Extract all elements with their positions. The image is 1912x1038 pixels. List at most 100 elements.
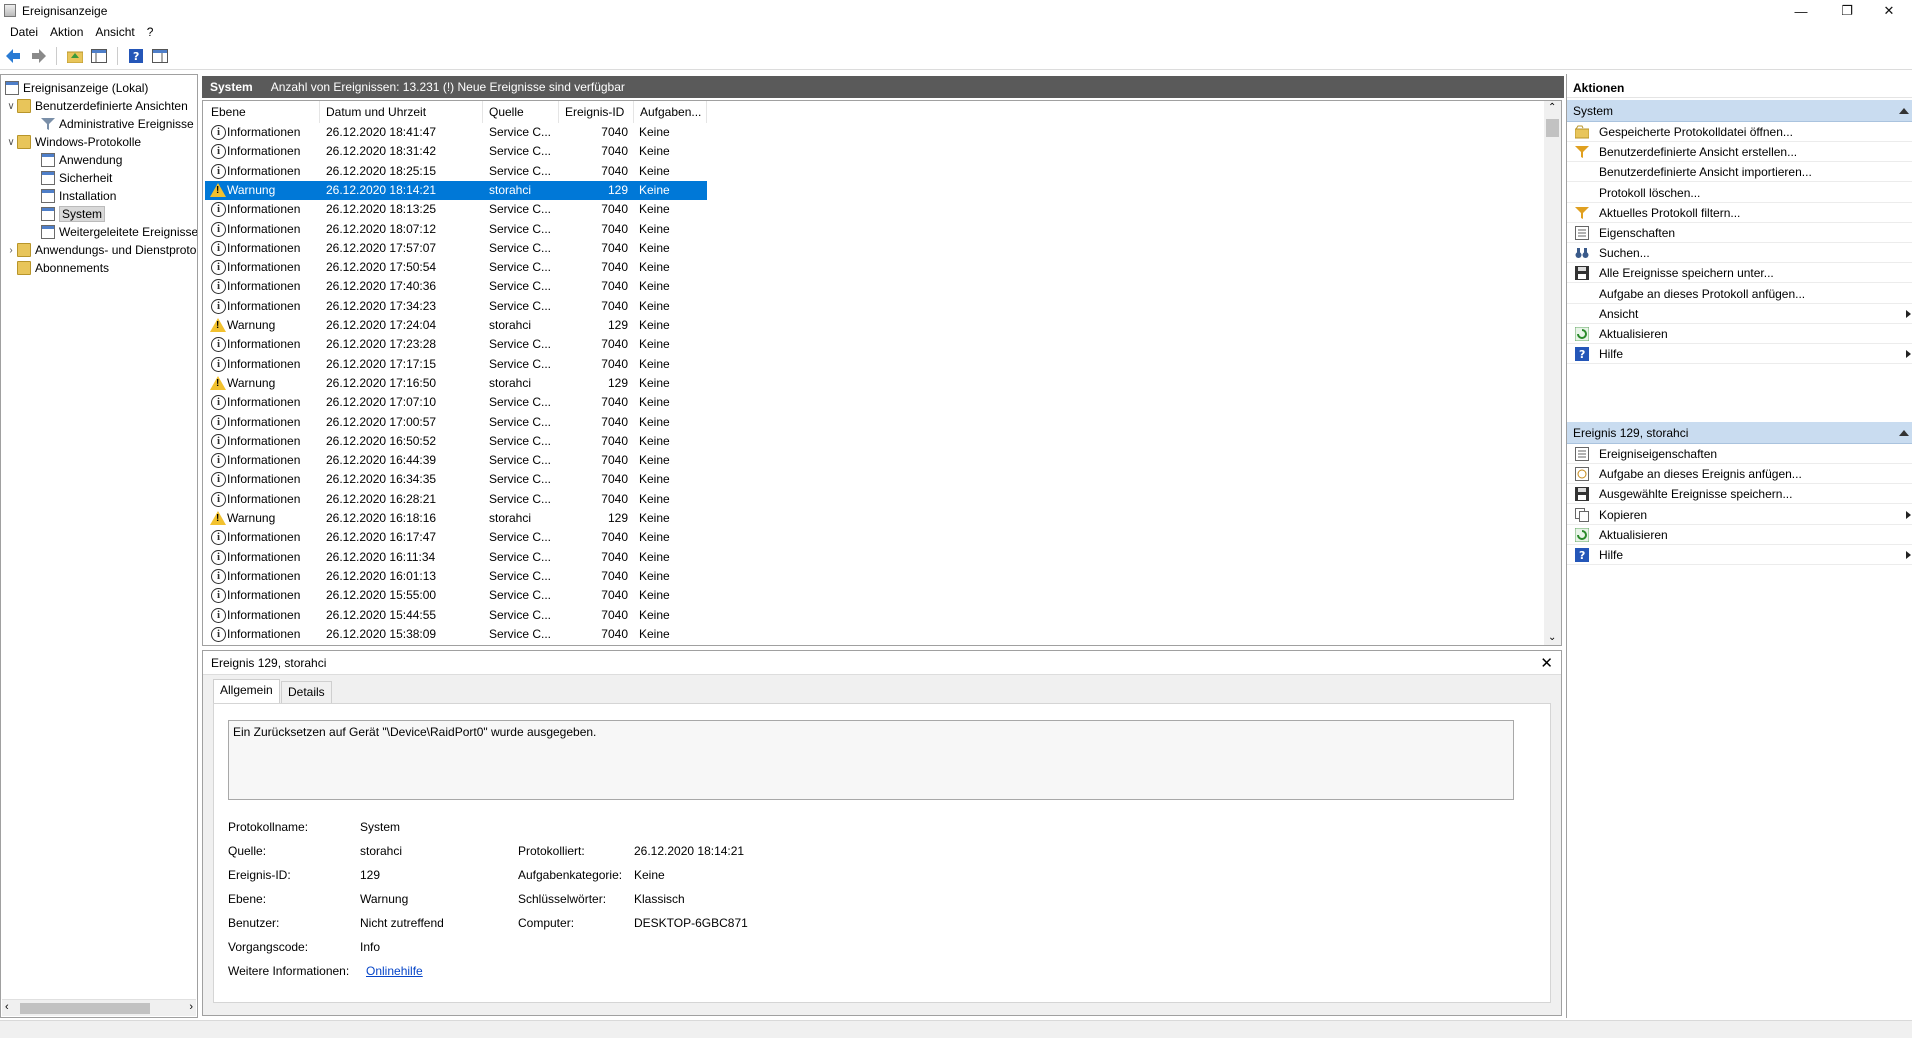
action-aktualisieren[interactable]: Aktualisieren [1567, 324, 1912, 344]
column-header-aufgaben[interactable]: Aufgaben... [634, 101, 707, 123]
tree-item-benutzerdefinierte-ansichten[interactable]: ∨ Benutzerdefinierte Ansichten [5, 97, 188, 115]
action-suchen[interactable]: Suchen... [1567, 243, 1912, 264]
detail-header: Ereignis 129, storahci [203, 651, 1561, 675]
table-row[interactable]: i Informationen 26.12.2020 18:31:42 Service… [205, 142, 707, 161]
menu-datei[interactable]: Datei [4, 23, 44, 41]
minimize-icon[interactable]: — [1778, 0, 1824, 22]
tree-item-ereignisanzeige-lokal[interactable]: Ereignisanzeige (Lokal) [5, 79, 148, 97]
cell-source: Service C... [489, 568, 552, 583]
table-row[interactable]: Warnung 26.12.2020 17:24:04 storahci 129 Kei… [205, 316, 707, 335]
tab-allgemein[interactable]: Allgemein [213, 679, 280, 703]
table-row[interactable]: i Informationen 26.12.2020 16:34:35 Service… [205, 470, 707, 489]
tree-item-installation[interactable]: Installation [41, 187, 116, 205]
action-kopieren[interactable]: Kopieren [1567, 505, 1912, 525]
tree-item-abonnements[interactable]: Abonnements [17, 259, 109, 277]
action-aktuelles-protokoll-filtern[interactable]: Aktuelles Protokoll filtern... [1567, 203, 1912, 223]
table-row[interactable]: i Informationen 26.12.2020 15:38:09 Service… [205, 625, 707, 644]
tree-item-windows-protokolle[interactable]: ∨ Windows-Protokolle [5, 133, 141, 151]
help-icon[interactable]: ? [126, 46, 146, 66]
table-row[interactable]: i Informationen 26.12.2020 18:41:47 Service… [205, 123, 707, 142]
table-row[interactable]: i Informationen 26.12.2020 18:07:12 Service… [205, 220, 707, 239]
collapse-chevron-icon[interactable]: ∨ [5, 137, 17, 148]
event-message[interactable]: Ein Zurücksetzen auf Gerät "\Device\Raid… [228, 720, 1514, 800]
action-gespeicherte-protokolldatei-öffnen[interactable]: Gespeicherte Protokolldatei öffnen... [1567, 122, 1912, 142]
scroll-left-icon[interactable]: ‹ [5, 1001, 9, 1013]
back-arrow-icon[interactable] [4, 46, 24, 66]
tree-item-anwendungs-und-dienstprotokolle[interactable]: › Anwendungs- und Dienstprotokolle [5, 241, 197, 259]
table-row[interactable]: i Informationen 26.12.2020 15:55:00 Service… [205, 586, 707, 605]
column-header-quelle[interactable]: Quelle [483, 101, 559, 123]
tree-item-weitergeleitete-ereignisse[interactable]: Weitergeleitete Ereignisse [41, 223, 197, 241]
folder-up-icon[interactable] [65, 46, 85, 66]
action-benutzerdefinierte-ansicht-erstellen[interactable]: Benutzerdefinierte Ansicht erstellen... [1567, 142, 1912, 163]
table-row[interactable]: Warnung 26.12.2020 18:14:21 storahci 129 Kei… [205, 180, 707, 200]
action-ausgewählte-ereignisse-speichern[interactable]: Ausgewählte Ereignisse speichern... [1567, 484, 1912, 505]
tree-item-sicherheit[interactable]: Sicherheit [41, 169, 112, 187]
table-row[interactable]: Warnung 26.12.2020 17:16:50 storahci 129 Kei… [205, 374, 707, 393]
close-icon[interactable]: ✕ [1540, 654, 1553, 672]
table-row[interactable]: i Informationen 26.12.2020 17:17:15 Service… [205, 355, 707, 374]
table-row[interactable]: i Informationen 26.12.2020 17:40:36 Service… [205, 277, 707, 296]
cell-date: 26.12.2020 15:44:55 [326, 607, 437, 622]
cell-id: 7040 [601, 433, 628, 448]
table-row[interactable]: Warnung 26.12.2020 16:18:16 storahci 129 Kei… [205, 509, 707, 528]
action-hilfe[interactable]: ? Hilfe [1567, 344, 1912, 365]
collapse-chevron-icon[interactable]: ∨ [5, 101, 17, 112]
cell-date: 26.12.2020 16:50:52 [326, 433, 437, 448]
column-header-datum[interactable]: Datum und Uhrzeit [320, 101, 483, 123]
table-row[interactable]: i Informationen 26.12.2020 16:28:21 Service… [205, 490, 707, 509]
table-row[interactable]: i Informationen 26.12.2020 16:17:47 Service… [205, 528, 707, 547]
table-row[interactable]: i Informationen 26.12.2020 16:44:39 Service… [205, 451, 707, 470]
action-ereigniseigenschaften[interactable]: Ereigniseigenschaften [1567, 444, 1912, 464]
close-icon[interactable]: ✕ [1866, 0, 1912, 22]
collapse-triangle-icon[interactable] [1899, 108, 1909, 114]
table-row[interactable]: i Informationen 26.12.2020 18:13:25 Service… [205, 200, 707, 219]
restore-icon[interactable]: ❐ [1824, 0, 1870, 22]
tree-item-administrative-ereignisse[interactable]: Administrative Ereignisse [41, 115, 194, 133]
action-aufgabe-an-dieses-protokoll-anfügen[interactable]: Aufgabe an dieses Protokoll anfügen... [1567, 284, 1912, 304]
table-row[interactable]: i Informationen 26.12.2020 17:07:10 Service… [205, 393, 707, 412]
action-aktualisieren[interactable]: Aktualisieren [1567, 525, 1912, 545]
tree-item-anwendung[interactable]: Anwendung [41, 151, 122, 169]
tree-item-system[interactable]: System [41, 205, 106, 223]
action-hilfe[interactable]: ? Hilfe [1567, 545, 1912, 565]
table-row[interactable]: i Informationen 26.12.2020 16:11:34 Service… [205, 548, 707, 567]
action-alle-ereignisse-speichern-unter[interactable]: Alle Ereignisse speichern unter... [1567, 263, 1912, 284]
tree-horizontal-scrollbar[interactable]: ‹ › [2, 999, 196, 1016]
scrollbar-thumb[interactable] [1546, 119, 1559, 137]
column-header-ebene[interactable]: Ebene [205, 101, 320, 123]
menu-ansicht[interactable]: Ansicht [89, 23, 140, 41]
column-header-ereignis-id[interactable]: Ereignis-ID [559, 101, 634, 123]
menu-aktion[interactable]: Aktion [44, 23, 89, 41]
table-row[interactable]: i Informationen 26.12.2020 17:23:28 Service… [205, 335, 707, 354]
information-icon: i [211, 607, 226, 623]
show-hide-tree-icon[interactable] [89, 46, 109, 66]
actions-section-system[interactable]: System [1567, 100, 1912, 122]
tab-details[interactable]: Details [281, 681, 332, 703]
collapse-triangle-icon[interactable] [1899, 430, 1909, 436]
table-row[interactable]: i Informationen 26.12.2020 17:00:57 Service… [205, 413, 707, 432]
action-eigenschaften[interactable]: Eigenschaften [1567, 223, 1912, 243]
scrollbar-thumb[interactable] [20, 1003, 150, 1014]
event-list-vertical-scrollbar[interactable]: ⌃ ⌄ [1544, 101, 1561, 645]
actions-section-event[interactable]: Ereignis 129, storahci [1567, 422, 1912, 444]
action-protokoll-löschen[interactable]: Protokoll löschen... [1567, 183, 1912, 203]
table-row[interactable]: i Informationen 26.12.2020 17:57:07 Service… [205, 239, 707, 258]
table-row[interactable]: i Informationen 26.12.2020 18:25:15 Service… [205, 162, 707, 181]
action-aufgabe-an-dieses-ereignis-anfügen[interactable]: Aufgabe an dieses Ereignis anfügen... [1567, 464, 1912, 485]
scroll-right-icon[interactable]: › [189, 1001, 193, 1013]
table-row[interactable]: i Informationen 26.12.2020 16:50:52 Service… [205, 432, 707, 451]
scroll-down-icon[interactable]: ⌄ [1548, 632, 1556, 643]
menu-help[interactable]: ? [141, 23, 160, 41]
onlinehilfe-link[interactable]: Onlinehilfe [366, 964, 423, 978]
show-actions-pane-icon[interactable] [150, 46, 170, 66]
table-row[interactable]: i Informationen 26.12.2020 15:44:55 Service… [205, 606, 707, 625]
scroll-up-icon[interactable]: ⌃ [1548, 102, 1556, 113]
expand-chevron-icon[interactable]: › [5, 245, 17, 256]
table-row[interactable]: i Informationen 26.12.2020 16:01:13 Service… [205, 567, 707, 586]
table-row[interactable]: i Informationen 26.12.2020 17:50:54 Service… [205, 258, 707, 277]
forward-arrow-icon[interactable] [28, 46, 48, 66]
action-ansicht[interactable]: Ansicht [1567, 304, 1912, 324]
table-row[interactable]: i Informationen 26.12.2020 17:34:23 Service… [205, 297, 707, 316]
action-benutzerdefinierte-ansicht-importieren[interactable]: Benutzerdefinierte Ansicht importieren..… [1567, 162, 1912, 183]
